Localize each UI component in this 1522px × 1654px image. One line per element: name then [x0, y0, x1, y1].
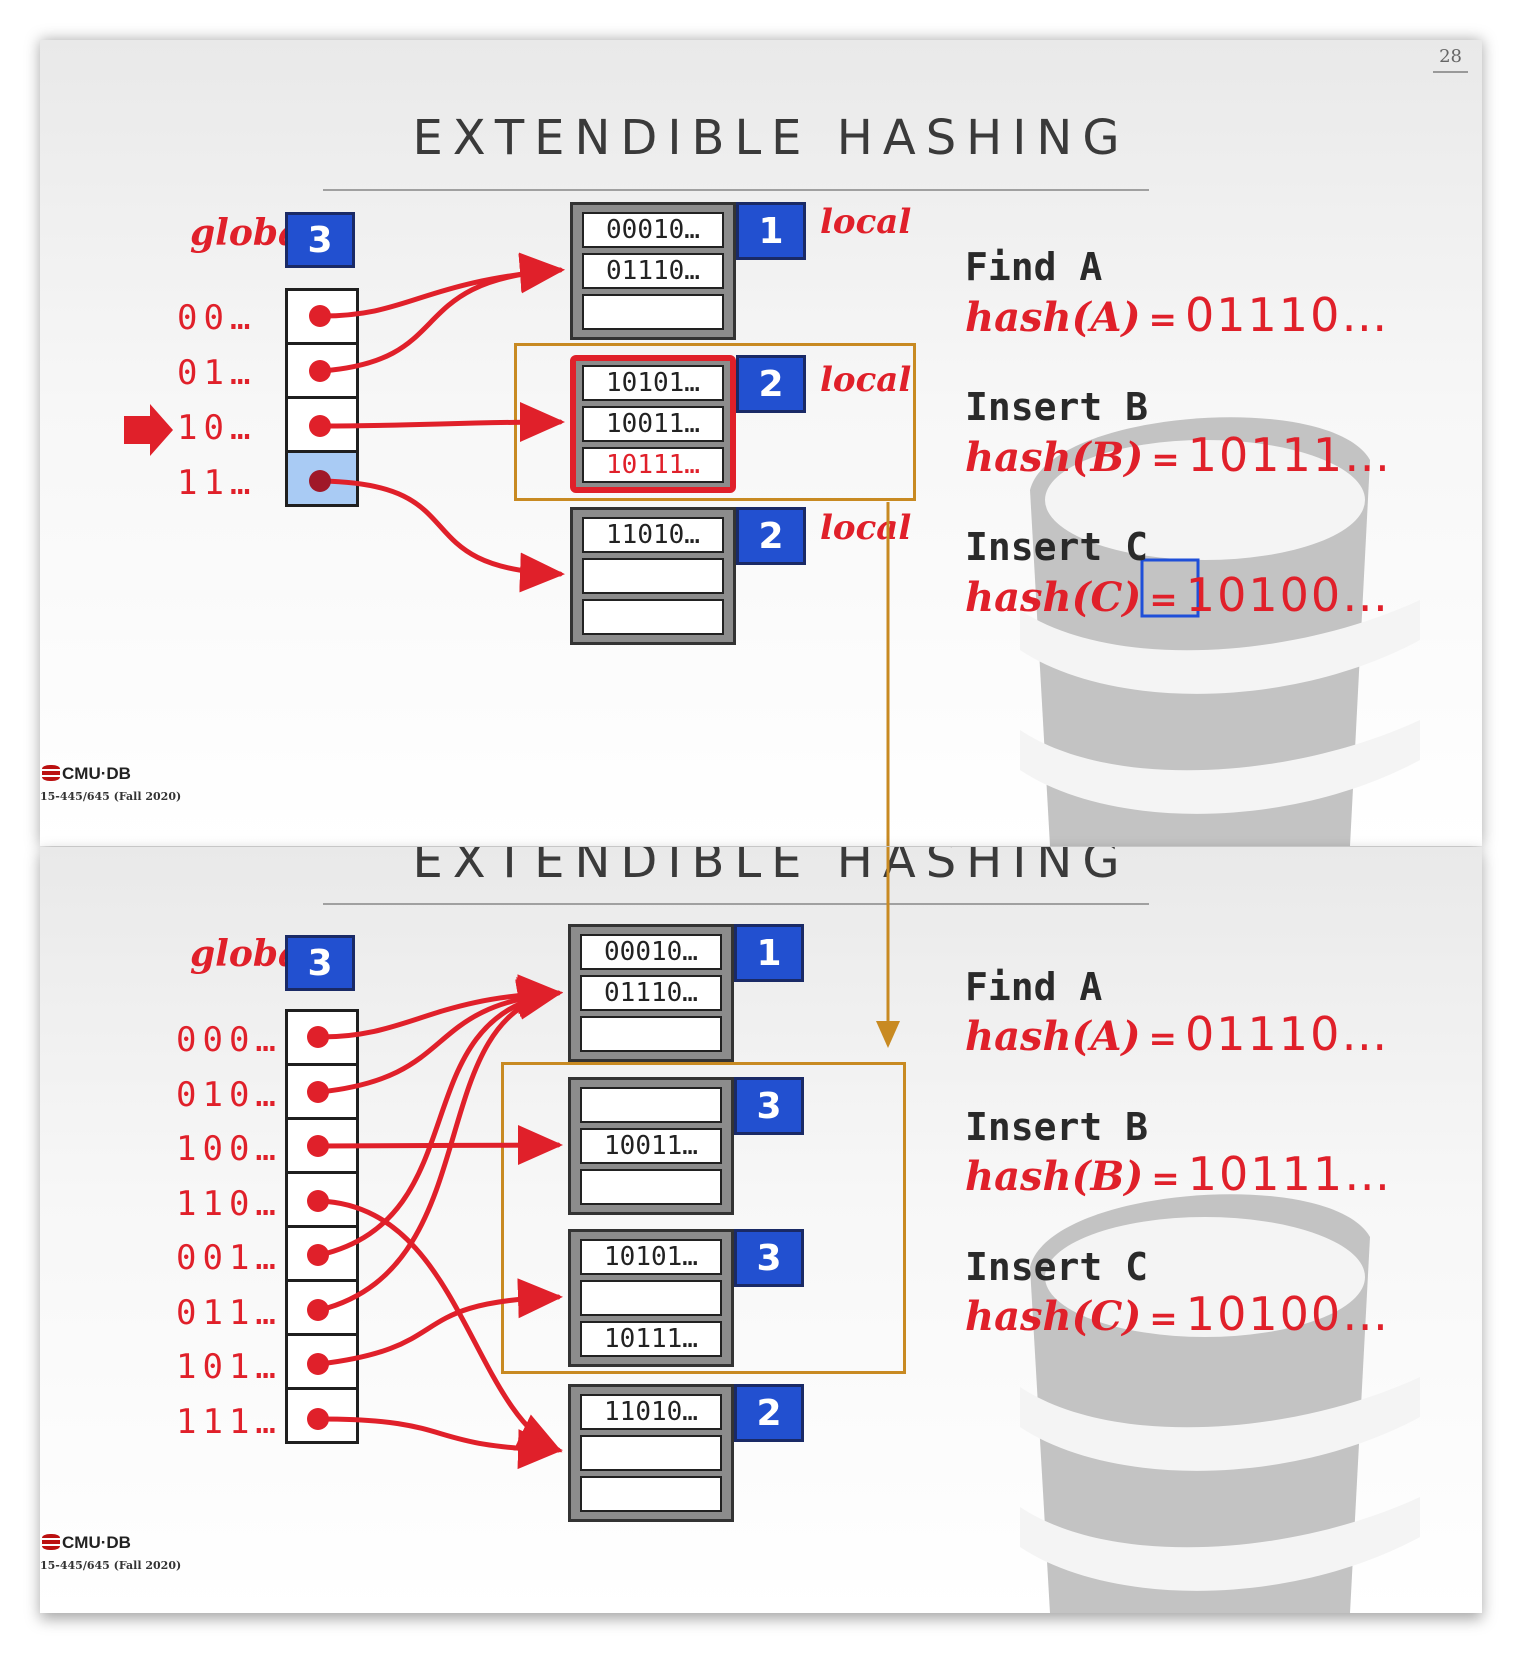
pointer-arrow [317, 1125, 563, 1166]
hash-value: 10100… [1185, 568, 1391, 622]
hash-function: hash(C) [965, 574, 1142, 621]
hash-expression: hash(B) = 10111… [965, 1147, 1392, 1201]
operation-title: Insert C [965, 1245, 1149, 1289]
pointer-dot [307, 1026, 329, 1048]
slide-top: 28 EXTENDIBLE HASHING global 3 00… 01… 1… [40, 40, 1482, 846]
pointer-dot [307, 1190, 329, 1212]
footer-logo: CMU·DB [42, 1533, 131, 1553]
hash-value: 01110… [1185, 288, 1390, 342]
pointer-arrow [319, 478, 565, 593]
hash-function: hash(A) [965, 294, 1141, 341]
pointer-arrow [317, 1278, 563, 1367]
pointer-dot [309, 305, 331, 327]
equals-sign: = [1149, 1299, 1178, 1339]
hash-function: hash(C) [965, 1293, 1142, 1340]
footer-course: 15-445/645 (Fall 2020) [40, 790, 182, 803]
footer-logo: CMU·DB [42, 764, 131, 784]
hash-expression: hash(A) = 01110… [965, 288, 1389, 342]
operation-title: Find A [965, 245, 1103, 289]
pointer-dot [309, 360, 331, 382]
pointer-dot [307, 1081, 329, 1103]
pointer-dot [309, 415, 331, 437]
footer-course: 15-445/645 (Fall 2020) [40, 1559, 182, 1572]
pointer-dot [307, 1244, 329, 1266]
pointer-dot [307, 1135, 329, 1157]
hash-expression: hash(C) = 10100… [965, 568, 1390, 622]
pointer-arrow [319, 402, 565, 443]
hash-expression: hash(B) = 10111… [965, 428, 1392, 482]
slide-bottom: EXTENDIBLE HASHING global 3 000… 010… 10… [40, 847, 1482, 1613]
operation-title: Insert B [965, 385, 1149, 429]
equals-sign: = [1148, 300, 1178, 340]
pointer-dot [307, 1408, 329, 1430]
operation-title: Insert B [965, 1105, 1149, 1149]
database-logo-icon [42, 765, 60, 781]
footer-logo-text: CMU·DB [62, 1533, 131, 1552]
footer-logo-text: CMU·DB [62, 764, 131, 783]
pointer-dot [307, 1299, 329, 1321]
pointer-dot [309, 470, 331, 492]
pointer-dot [307, 1353, 329, 1375]
pointer-arrows [307, 847, 900, 1470]
hash-value: 10111… [1187, 1147, 1393, 1201]
hash-expression: hash(A) = 01110… [965, 1007, 1389, 1061]
operation-title: Insert C [965, 525, 1149, 569]
equals-sign: = [1151, 1159, 1180, 1199]
hash-value: 01110… [1185, 1007, 1390, 1061]
operation-title: Find A [965, 965, 1103, 1009]
equals-sign: = [1151, 440, 1180, 480]
equals-sign: = [1148, 1019, 1178, 1059]
hash-function: hash(B) [965, 434, 1144, 481]
hash-expression: hash(C) = 10100… [965, 1287, 1390, 1341]
database-logo-icon [42, 1534, 60, 1550]
pointer-arrow [319, 252, 565, 374]
equals-sign: = [1149, 580, 1178, 620]
current-entry-arrow-icon [124, 404, 173, 456]
hash-function: hash(A) [965, 1013, 1141, 1060]
pointer-arrow [317, 1198, 563, 1453]
hash-value: 10100… [1185, 1287, 1391, 1341]
hash-function: hash(B) [965, 1153, 1144, 1200]
hash-value: 10111… [1187, 428, 1393, 482]
